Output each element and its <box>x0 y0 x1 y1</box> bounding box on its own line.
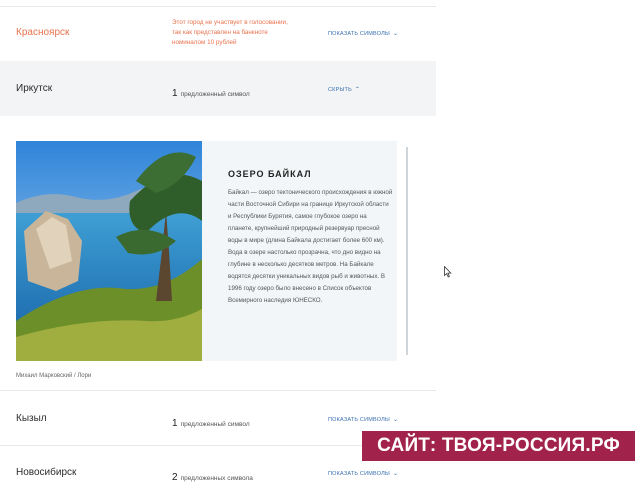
mouse-cursor-icon <box>444 265 452 283</box>
city-name: Кызыл <box>16 413 47 424</box>
symbol-count-label: предложенный символ <box>180 91 250 98</box>
city-name: Новосибирск <box>16 467 77 478</box>
show-symbols-button[interactable]: ПОКАЗАТЬ СИМВОЛЫ ⌄ <box>328 470 398 477</box>
chevron-up-icon: ⌃ <box>354 87 361 93</box>
chevron-down-icon: ⌄ <box>393 31 399 37</box>
symbol-count-number: 2 <box>172 472 178 483</box>
toggle-label: ПОКАЗАТЬ СИМВОЛЫ <box>328 471 390 477</box>
symbol-title: ОЗЕРО БАЙКАЛ <box>228 169 312 179</box>
symbol-count: 1 предложенный символ <box>172 83 250 101</box>
photo-credit: Михаил Марковский / Лори <box>16 373 92 379</box>
city-note: Этот город не участвует в голосовании, т… <box>172 19 288 46</box>
city-row-krasnoyarsk: Красноярск Этот город не участвует в гол… <box>0 6 436 61</box>
symbol-count: 1 предложенный символ <box>172 413 250 431</box>
toggle-label: ПОКАЗАТЬ СИМВОЛЫ <box>328 417 390 423</box>
card-scrollbar[interactable] <box>406 147 408 355</box>
chevron-down-icon: ⌄ <box>393 471 399 477</box>
toggle-label: ПОКАЗАТЬ СИМВОЛЫ <box>328 31 390 37</box>
hide-symbols-button[interactable]: СКРЫТЬ ⌃ <box>328 86 360 93</box>
symbol-count-label: предложенный символ <box>180 421 250 428</box>
symbol-card-baikal: ОЗЕРО БАЙКАЛ Байкал — озеро тектоническо… <box>16 141 408 361</box>
city-row-irkutsk: Иркутск 1 предложенный символ СКРЫТЬ ⌃ <box>0 61 436 116</box>
toggle-label: СКРЫТЬ <box>328 87 352 93</box>
symbol-count-number: 1 <box>172 418 178 429</box>
city-name: Красноярск <box>16 27 70 38</box>
city-name: Иркутск <box>16 83 53 94</box>
symbol-count-label: предложенных символа <box>180 475 253 482</box>
baikal-photo <box>16 141 202 361</box>
show-symbols-button[interactable]: ПОКАЗАТЬ СИМВОЛЫ ⌄ <box>328 30 398 37</box>
symbol-count: 2 предложенных символа <box>172 467 253 485</box>
site-banner: САЙТ: ТВОЯ-РОССИЯ.РФ <box>362 431 635 461</box>
chevron-down-icon: ⌄ <box>393 417 399 423</box>
baikal-photo-image <box>16 141 202 361</box>
symbol-description: Байкал — озеро тектонического происхожде… <box>228 189 393 304</box>
show-symbols-button[interactable]: ПОКАЗАТЬ СИМВОЛЫ ⌄ <box>328 416 398 423</box>
symbol-count-number: 1 <box>172 88 178 99</box>
symbol-card-text: ОЗЕРО БАЙКАЛ Байкал — озеро тектоническо… <box>228 169 393 307</box>
